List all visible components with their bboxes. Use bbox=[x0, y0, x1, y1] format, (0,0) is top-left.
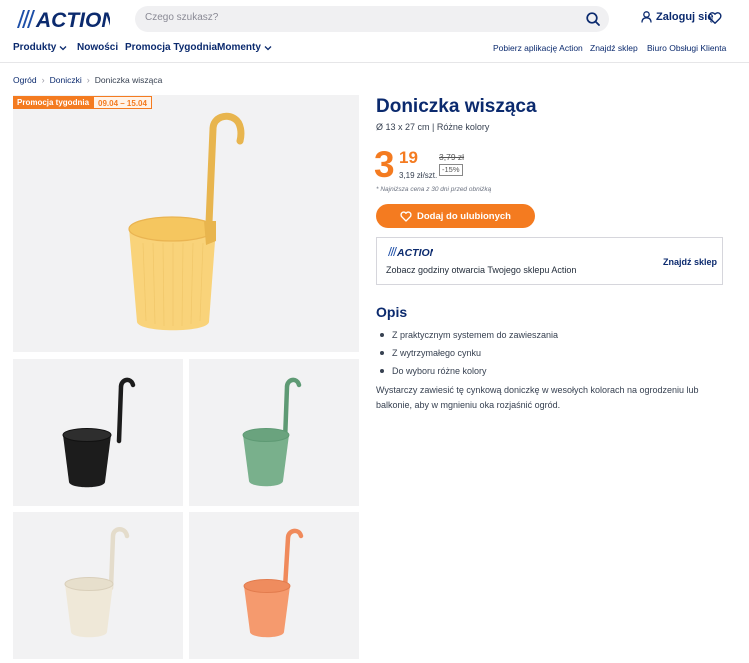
nav-nowosci[interactable]: Nowości bbox=[77, 42, 118, 53]
description-heading: Opis bbox=[376, 304, 408, 320]
chevron-down-icon bbox=[264, 45, 272, 50]
old-price: 3,79 zł bbox=[439, 152, 465, 162]
nav-label: Nowości bbox=[77, 42, 119, 53]
description-text: Wystarczy zawiesić tę cynkową doniczkę w… bbox=[376, 385, 699, 410]
price-integer: 3 bbox=[374, 144, 395, 185]
add-to-favorites-button[interactable]: Dodaj do ulubionych bbox=[376, 204, 535, 228]
action-logo[interactable]: ACTION bbox=[14, 8, 110, 30]
pot-peach-image bbox=[243, 528, 304, 638]
search-input[interactable]: Czego szukasz? bbox=[145, 12, 218, 23]
pot-cream-image bbox=[64, 527, 130, 638]
promo-label: Promocja tygodnia bbox=[13, 96, 94, 109]
thumbnail-green[interactable] bbox=[189, 359, 359, 506]
product-main-image[interactable] bbox=[13, 95, 359, 352]
feature-item: Do wyboru różne kolory bbox=[376, 362, 558, 380]
promo-dates: 09.04 – 15.04 bbox=[93, 96, 152, 109]
feature-item: Z praktycznym systemem do zawieszania bbox=[376, 326, 558, 344]
breadcrumb: Ogród › Doniczki › Doniczka wisząca bbox=[13, 75, 162, 85]
discount-badge: -15% bbox=[439, 164, 463, 176]
svg-text:ACTION: ACTION bbox=[396, 247, 433, 257]
login-label: Zaloguj się bbox=[656, 11, 714, 23]
action-logo-small: ACTION bbox=[388, 247, 433, 257]
chevron-right-icon: › bbox=[86, 75, 90, 85]
feature-item: Z wytrzymałego cynku bbox=[376, 344, 558, 362]
nav-produkty[interactable]: Produkty bbox=[13, 42, 67, 53]
svg-text:ACTION: ACTION bbox=[35, 9, 110, 30]
thumbnail-black[interactable] bbox=[13, 359, 183, 506]
chevron-down-icon bbox=[59, 45, 67, 50]
user-icon bbox=[641, 11, 652, 23]
search-bar[interactable]: Czego szukasz? bbox=[135, 6, 609, 32]
feature-list: Z praktycznym systemem do zawieszania Z … bbox=[376, 326, 558, 380]
nav-promocja-tygodnia[interactable]: Promocja Tygodnia bbox=[125, 42, 217, 53]
pot-black-image bbox=[62, 377, 136, 488]
search-icon[interactable] bbox=[585, 11, 601, 27]
product-subtitle: Ø 13 x 27 cm | Różne kolory bbox=[376, 122, 490, 132]
store-info-box: ACTION Zobacz godziny otwarcia Twojego s… bbox=[376, 237, 723, 285]
price-per-unit: 3,19 zł/szt. bbox=[399, 171, 438, 180]
nav-label: Momenty bbox=[217, 42, 261, 53]
price-decimal: 19 bbox=[399, 148, 418, 167]
thumbnail-cream[interactable] bbox=[13, 512, 183, 659]
breadcrumb-item[interactable]: Doniczki bbox=[50, 75, 82, 85]
nav-app-link[interactable]: Pobierz aplikację Action bbox=[493, 43, 583, 53]
promo-badge: Promocja tygodnia 09.04 – 15.04 bbox=[13, 96, 152, 109]
pot-green-image bbox=[242, 377, 302, 487]
product-title: Doniczka wisząca bbox=[376, 96, 537, 117]
nav-find-store-link[interactable]: Znajdź sklep bbox=[590, 43, 638, 53]
thumbnail-peach[interactable] bbox=[189, 512, 359, 659]
nav-label: Promocja Tygodnia bbox=[125, 42, 218, 53]
find-store-link[interactable]: Znajdź sklep bbox=[663, 257, 717, 267]
header-divider bbox=[0, 62, 749, 63]
nav-customer-service-link[interactable]: Biuro Obsługi Klienta bbox=[647, 43, 726, 53]
heart-icon bbox=[400, 210, 412, 222]
nav-label: Produkty bbox=[13, 42, 57, 53]
add-to-favorites-label: Dodaj do ulubionych bbox=[417, 210, 511, 222]
store-hours-text: Zobacz godziny otwarcia Twojego sklepu A… bbox=[386, 265, 577, 275]
favorites-heart-icon[interactable] bbox=[708, 11, 722, 25]
breadcrumb-item[interactable]: Ogród bbox=[13, 75, 37, 85]
lowest-price-note: * Najniższa cena z 30 dni przed obniżką bbox=[376, 186, 492, 193]
nav-momenty[interactable]: Momenty bbox=[217, 42, 272, 53]
breadcrumb-current: Doniczka wisząca bbox=[94, 75, 163, 85]
login-button[interactable]: Zaloguj się bbox=[641, 11, 713, 23]
pot-yellow-image bbox=[128, 112, 245, 331]
chevron-right-icon: › bbox=[41, 75, 45, 85]
